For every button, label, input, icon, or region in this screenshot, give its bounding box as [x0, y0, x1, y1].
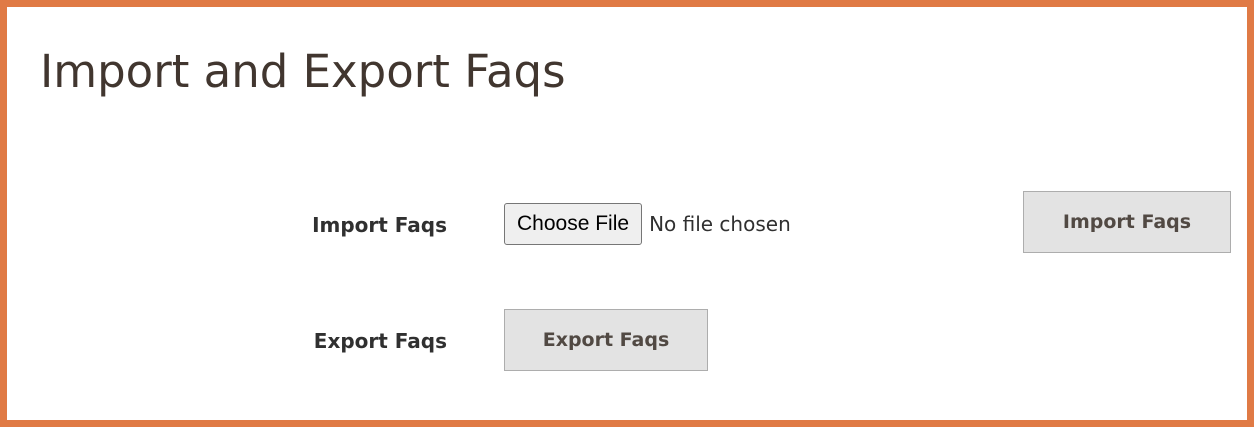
page-title: Import and Export Faqs [40, 45, 566, 98]
choose-file-button[interactable]: Choose File [504, 203, 643, 245]
file-status-text: No file chosen [649, 212, 791, 236]
export-faqs-button[interactable]: Export Faqs [504, 309, 708, 371]
import-faqs-label: Import Faqs [312, 213, 447, 237]
export-faqs-label: Export Faqs [313, 329, 447, 353]
import-export-panel: Import and Export Faqs Import Faqs Choos… [0, 0, 1254, 427]
import-faqs-button[interactable]: Import Faqs [1023, 191, 1231, 253]
file-input[interactable]: Choose File No file chosen [504, 203, 791, 245]
